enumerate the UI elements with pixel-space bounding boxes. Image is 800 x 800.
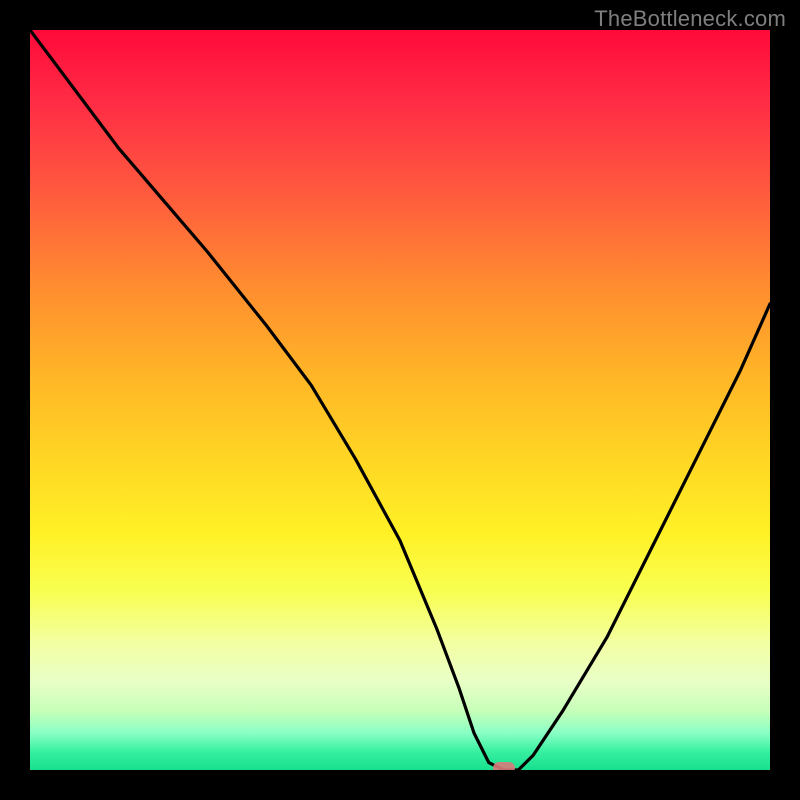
optimal-marker	[493, 762, 515, 770]
curve-svg	[30, 30, 770, 770]
plot-area	[30, 30, 770, 770]
chart-stage: TheBottleneck.com	[0, 0, 800, 800]
watermark-text: TheBottleneck.com	[594, 6, 786, 32]
bottleneck-curve-path	[30, 30, 770, 770]
